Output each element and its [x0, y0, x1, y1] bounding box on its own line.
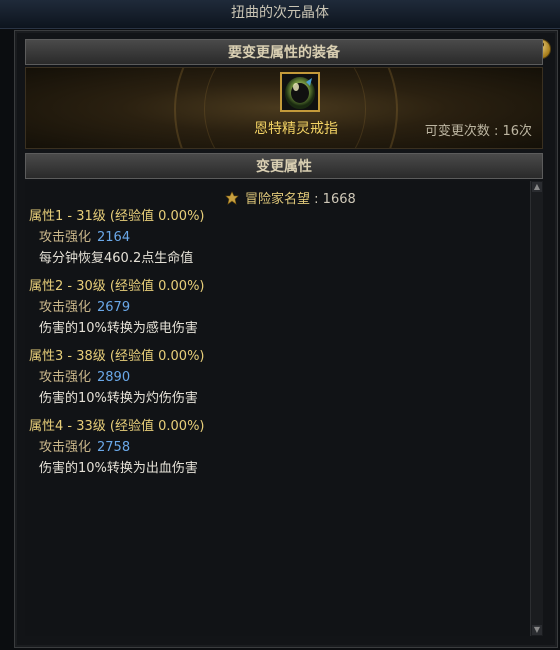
attribute-title: 属性3 - 38级	[29, 349, 106, 364]
attribute-entry-2: 属性2 - 30级 (经验值 0.00%) 攻击强化 2679 伤害的10%转换为…	[29, 275, 205, 336]
reputation-row: 冒险家名望 : 1668	[225, 188, 356, 209]
item-slot[interactable]	[280, 72, 320, 112]
change-count: 可变更次数 : 16次	[424, 124, 532, 139]
attribute-title: 属性4 - 33级	[29, 419, 106, 434]
attribute-list-panel: 冒险家名望 : 1668 属性1 - 31级 (经验值 0.00%) 攻击强化 2…	[25, 181, 543, 636]
stat-label: 攻击强化	[39, 230, 92, 245]
stat-value: 2758	[97, 440, 131, 455]
attribute-exp: (经验值 0.00%)	[109, 209, 205, 224]
attribute-exp: (经验值 0.00%)	[109, 279, 205, 294]
attribute-title: 属性1 - 31级	[29, 209, 106, 224]
scroll-up-icon[interactable]: ▲	[532, 182, 542, 192]
scroll-down-icon[interactable]: ▼	[532, 625, 542, 635]
attribute-description: 伤害的10%转换为出血伤害	[39, 461, 198, 476]
attribute-entry-3: 属性3 - 38级 (经验值 0.00%) 攻击强化 2890 伤害的10%转换为…	[29, 345, 205, 406]
ring-icon	[282, 74, 318, 110]
stat-value: 2679	[97, 300, 131, 315]
scrollbar[interactable]: ▲ ▼	[530, 181, 543, 636]
stat-label: 攻击强化	[39, 300, 92, 315]
attribute-title: 属性2 - 30级	[29, 279, 106, 294]
attribute-exp: (经验值 0.00%)	[109, 349, 205, 364]
stat-value: 2890	[97, 370, 131, 385]
window-title: 扭曲的次元晶体	[0, 0, 560, 29]
attribute-entry-4: 属性4 - 33级 (经验值 0.00%) 攻击强化 2758 伤害的10%转换为…	[29, 415, 205, 476]
attribute-description: 伤害的10%转换为灼伤伤害	[39, 391, 198, 406]
dialog-panel: ? 要变更属性的装备 恩特精灵戒指 可变更次数 : 16次	[14, 30, 558, 648]
equip-section-header: 要变更属性的装备	[25, 39, 543, 65]
attribute-description: 伤害的10%转换为感电伤害	[39, 321, 198, 336]
equip-panel: 恩特精灵戒指 可变更次数 : 16次	[25, 67, 543, 149]
attr-section-header: 变更属性	[25, 153, 543, 179]
item-name: 恩特精灵戒指	[254, 121, 338, 137]
attribute-entry-1: 属性1 - 31级 (经验值 0.00%) 攻击强化 2164 每分钟恢复460.…	[29, 205, 205, 266]
stat-label: 攻击强化	[39, 370, 92, 385]
reputation-icon	[225, 190, 239, 209]
stat-label: 攻击强化	[39, 440, 92, 455]
attribute-exp: (经验值 0.00%)	[109, 419, 205, 434]
stat-value: 2164	[97, 230, 131, 245]
reputation-value: : 1668	[314, 192, 356, 207]
attribute-description: 每分钟恢复460.2点生命值	[39, 251, 194, 266]
reputation-label: 冒险家名望	[245, 192, 311, 207]
